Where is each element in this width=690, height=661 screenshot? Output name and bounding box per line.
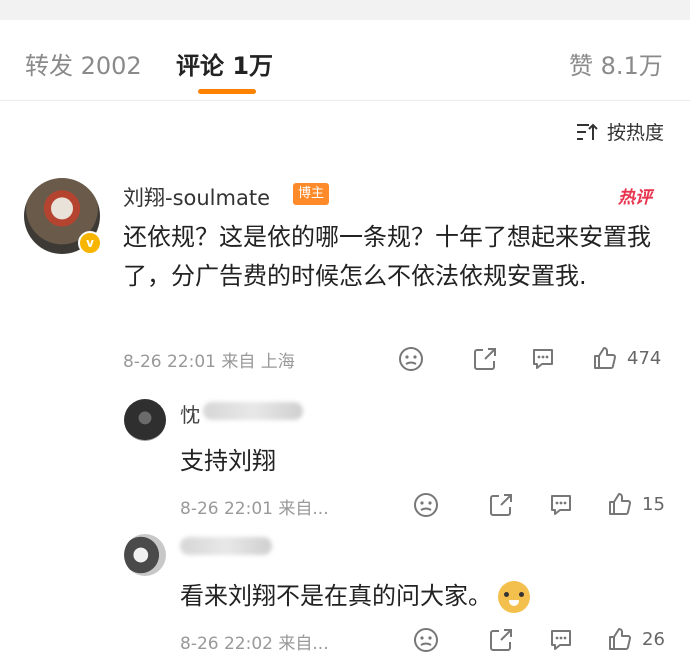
comment-text: 还依规？这是依的哪一条规？十年了想起来安置我了，分广告费的时候怎么不依法依规安置…: [123, 223, 651, 290]
reply-icon[interactable]: [530, 346, 556, 372]
emoji-react-icon[interactable]: [413, 492, 439, 518]
like-icon[interactable]: [607, 626, 633, 652]
share-icon[interactable]: [488, 492, 514, 518]
like-icon[interactable]: [592, 345, 618, 371]
tab-comment[interactable]: 评论 1万: [176, 46, 273, 81]
top-strip: [0, 0, 690, 20]
active-tab-indicator: [198, 89, 256, 94]
sort-label: 按热度: [606, 122, 664, 144]
doge-emoji-icon: [498, 581, 530, 613]
comment-meta: 8-26 22:01 来自 上海: [123, 352, 295, 372]
reply-icon[interactable]: [548, 492, 574, 518]
redacted-name-blur: [203, 402, 303, 420]
reply-text-row: 看来刘翔不是在真的问大家。: [180, 576, 530, 613]
like-count: 15: [642, 494, 665, 515]
reply-meta: 8-26 22:01 来自...: [180, 499, 329, 519]
emoji-react-icon[interactable]: [413, 627, 439, 653]
share-icon[interactable]: [472, 346, 498, 372]
emoji-react-icon[interactable]: [398, 346, 424, 372]
redacted-name-blur: [180, 537, 272, 555]
like-count: 26: [642, 629, 665, 650]
reply-username[interactable]: 忱: [180, 399, 200, 428]
tab-like[interactable]: 赞 8.1万: [569, 46, 663, 81]
tab-bar: 转发 2002 评论 1万 赞 8.1万: [0, 20, 690, 101]
share-icon[interactable]: [488, 627, 514, 653]
sort-button[interactable]: 按热度: [575, 118, 664, 145]
reply-meta: 8-26 22:02 来自...: [180, 634, 329, 654]
sort-icon: [576, 123, 598, 140]
reply-avatar[interactable]: [124, 399, 166, 441]
comment-username[interactable]: 刘翔-soulmate: [123, 182, 270, 212]
tab-repost[interactable]: 转发 2002: [25, 46, 142, 81]
like-count: 474: [627, 348, 662, 369]
reply-text: 看来刘翔不是在真的问大家。: [180, 582, 492, 610]
hot-comment-label: 热评: [618, 188, 652, 208]
reply-text: 支持刘翔: [180, 447, 276, 475]
verified-badge-icon: v: [78, 231, 102, 255]
reply-icon[interactable]: [548, 627, 574, 653]
blogger-tag: 博主: [293, 183, 330, 205]
reply-avatar[interactable]: [124, 534, 166, 576]
like-icon[interactable]: [607, 491, 633, 517]
